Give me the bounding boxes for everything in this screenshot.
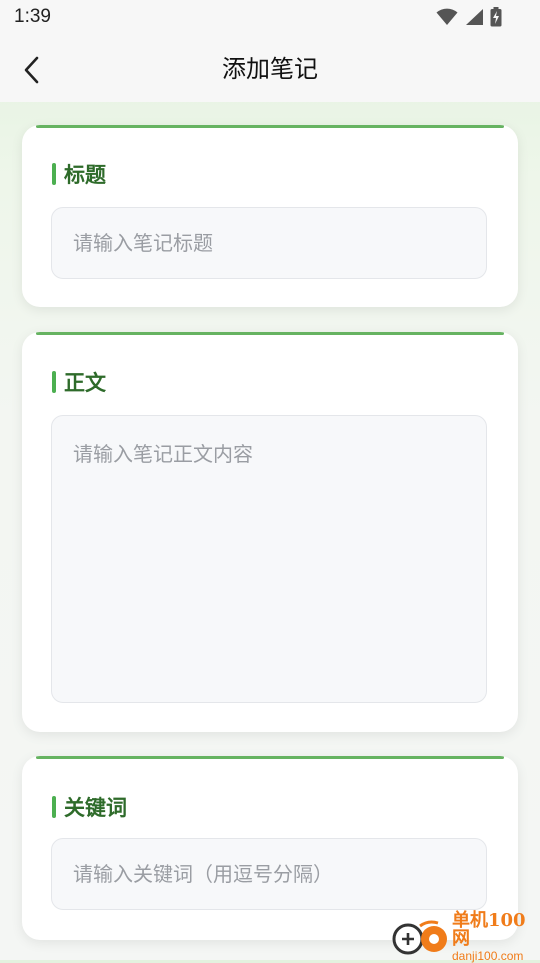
- keywords-section-label: 关键词: [52, 792, 127, 822]
- body-card: 正文: [22, 332, 518, 732]
- title-label: 标题: [64, 163, 106, 187]
- watermark-url: danji100.com: [452, 949, 524, 963]
- title-input[interactable]: [51, 207, 487, 279]
- keywords-card: 关键词: [22, 756, 518, 940]
- title-card: 标题: [22, 125, 518, 307]
- status-icons: [436, 7, 502, 31]
- wifi-icon: [436, 8, 458, 30]
- label-accent-bar: [52, 163, 56, 185]
- body-label: 正文: [64, 371, 106, 395]
- label-accent-bar: [52, 371, 56, 393]
- watermark-name: 单机100网: [452, 910, 526, 949]
- watermark-logo-icon: [390, 917, 452, 957]
- body-textarea[interactable]: [51, 415, 487, 703]
- keywords-input[interactable]: [51, 838, 487, 910]
- status-time: 1:39: [14, 6, 51, 27]
- keywords-label: 关键词: [64, 796, 127, 820]
- title-section-label: 标题: [52, 159, 106, 189]
- status-bar: 1:39: [0, 0, 540, 36]
- battery-charging-icon: [490, 7, 502, 31]
- app-bar: 添加笔记: [0, 36, 540, 102]
- watermark-text: 单机100网 danji100.com: [452, 910, 540, 963]
- label-accent-bar: [52, 796, 56, 818]
- watermark: 单机100网 danji100.com: [390, 910, 540, 963]
- cell-signal-icon: [464, 8, 484, 30]
- body-section-label: 正文: [52, 367, 106, 397]
- page-title: 添加笔记: [222, 55, 318, 83]
